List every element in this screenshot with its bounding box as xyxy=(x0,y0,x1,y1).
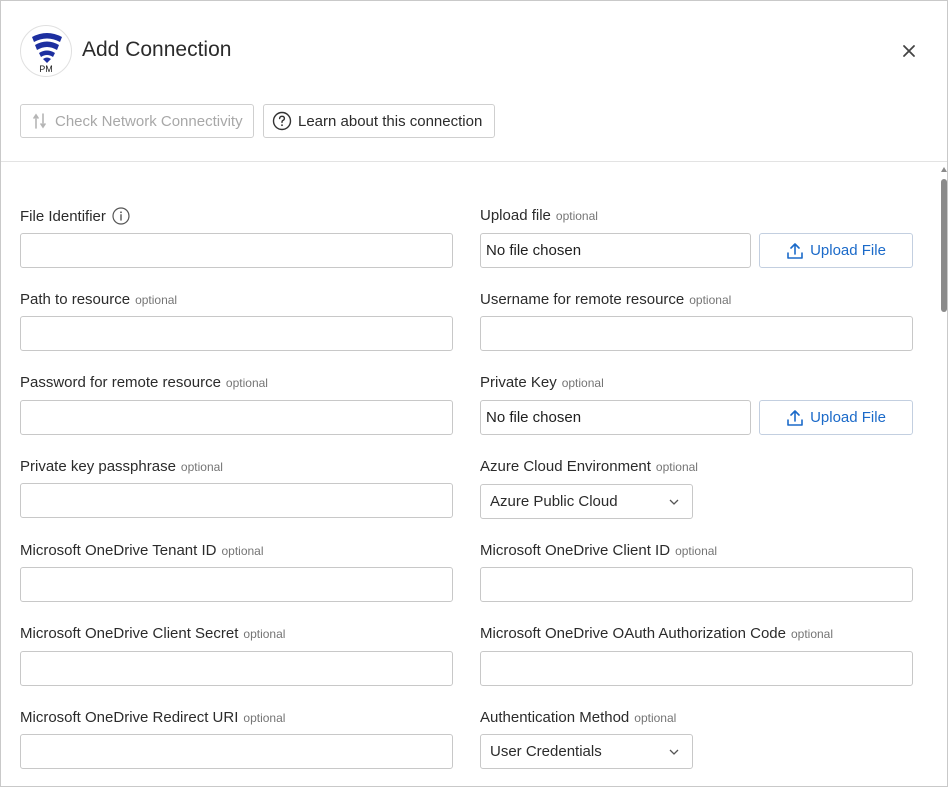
learn-connection-label: Learn about this connection xyxy=(298,112,483,130)
private-key-passphrase-input[interactable] xyxy=(20,483,453,518)
wifi-logo-icon xyxy=(32,33,62,63)
scroll-up-arrow-icon[interactable] xyxy=(941,167,947,172)
onedrive-oauth-code-input[interactable] xyxy=(480,651,913,686)
optional-tag: optional xyxy=(555,208,598,223)
scrollbar-thumb[interactable] xyxy=(941,179,947,312)
private-key-passphrase-label-text: Private key passphrase xyxy=(20,458,176,475)
azure-env-selected: Azure Public Cloud xyxy=(490,493,618,510)
onedrive-tenant-label-text: Microsoft OneDrive Tenant ID xyxy=(20,542,217,559)
optional-tag: optional xyxy=(243,626,286,641)
upload-file-label-text: Upload file xyxy=(480,207,551,224)
onedrive-client-secret-label-text: Microsoft OneDrive Client Secret xyxy=(20,625,239,642)
auth-method-label: Authentication Method optional xyxy=(480,709,676,726)
onedrive-redirect-uri-label: Microsoft OneDrive Redirect URI optional xyxy=(20,709,285,726)
optional-tag: optional xyxy=(561,375,604,390)
password-remote-label: Password for remote resource optional xyxy=(20,374,268,391)
onedrive-oauth-code-label-text: Microsoft OneDrive OAuth Authorization C… xyxy=(480,625,786,642)
username-remote-input[interactable] xyxy=(480,316,913,351)
check-network-button[interactable]: Check Network Connectivity xyxy=(20,104,254,138)
optional-tag: optional xyxy=(243,710,286,725)
close-button[interactable] xyxy=(897,39,921,63)
auth-method-select[interactable]: User Credentials xyxy=(480,734,693,769)
optional-tag: optional xyxy=(655,459,698,474)
info-icon[interactable] xyxy=(112,207,130,225)
file-identifier-input[interactable] xyxy=(20,233,453,268)
username-remote-label: Username for remote resource optional xyxy=(480,291,731,308)
upload-icon xyxy=(787,409,803,426)
private-key-label-text: Private Key xyxy=(480,374,557,391)
file-identifier-label-text: File Identifier xyxy=(20,207,106,225)
network-check-icon xyxy=(33,113,46,129)
chevron-down-icon xyxy=(669,499,679,505)
onedrive-oauth-code-label: Microsoft OneDrive OAuth Authorization C… xyxy=(480,625,833,642)
upload-file-button-label: Upload File xyxy=(810,242,886,259)
onedrive-client-secret-input[interactable] xyxy=(20,651,453,686)
onedrive-client-id-label-text: Microsoft OneDrive Client ID xyxy=(480,542,671,559)
private-key-label: Private Key optional xyxy=(480,374,604,391)
upload-icon xyxy=(787,242,803,259)
private-key-passphrase-label: Private key passphrase optional xyxy=(20,458,223,475)
close-icon xyxy=(903,45,915,57)
upload-file-label: Upload file optional xyxy=(480,207,598,224)
path-to-resource-input[interactable] xyxy=(20,316,453,351)
add-connection-dialog: PM Add Connection Check Network Connecti… xyxy=(0,0,948,787)
path-to-resource-label-text: Path to resource xyxy=(20,291,131,308)
optional-tag: optional xyxy=(689,292,732,307)
logo-text: PM xyxy=(39,64,53,74)
file-identifier-label: File Identifier xyxy=(20,207,130,225)
upload-file-button[interactable]: Upload File xyxy=(759,233,913,268)
learn-connection-button[interactable]: Learn about this connection xyxy=(263,104,495,138)
username-remote-label-text: Username for remote resource xyxy=(480,291,685,308)
optional-tag: optional xyxy=(634,710,677,725)
help-circle-icon xyxy=(272,111,292,131)
optional-tag: optional xyxy=(675,543,718,558)
onedrive-client-secret-label: Microsoft OneDrive Client Secret optiona… xyxy=(20,625,285,642)
auth-method-label-text: Authentication Method xyxy=(480,709,630,726)
optional-tag: optional xyxy=(135,292,178,307)
password-remote-input[interactable] xyxy=(20,400,453,435)
azure-env-label-text: Azure Cloud Environment xyxy=(480,458,651,475)
optional-tag: optional xyxy=(790,626,834,641)
private-key-status: No file chosen xyxy=(480,400,751,435)
dialog-title: Add Connection xyxy=(82,38,232,61)
path-to-resource-label: Path to resource optional xyxy=(20,291,177,308)
optional-tag: optional xyxy=(221,543,264,558)
optional-tag: optional xyxy=(180,459,223,474)
onedrive-client-id-input[interactable] xyxy=(480,567,913,602)
private-key-upload-label: Upload File xyxy=(810,409,886,426)
check-network-label: Check Network Connectivity xyxy=(55,112,243,130)
pm-logo: PM xyxy=(20,25,72,77)
chevron-down-icon xyxy=(669,749,679,755)
onedrive-redirect-uri-label-text: Microsoft OneDrive Redirect URI xyxy=(20,709,239,726)
onedrive-tenant-label: Microsoft OneDrive Tenant ID optional xyxy=(20,542,264,559)
onedrive-tenant-input[interactable] xyxy=(20,567,453,602)
azure-env-label: Azure Cloud Environment optional xyxy=(480,458,698,475)
optional-tag: optional xyxy=(225,375,268,390)
onedrive-client-id-label: Microsoft OneDrive Client ID optional xyxy=(480,542,717,559)
auth-method-selected: User Credentials xyxy=(490,743,602,760)
header-divider xyxy=(1,161,947,162)
azure-env-select[interactable]: Azure Public Cloud xyxy=(480,484,693,519)
private-key-upload-button[interactable]: Upload File xyxy=(759,400,913,435)
onedrive-redirect-uri-input[interactable] xyxy=(20,734,453,769)
password-remote-label-text: Password for remote resource xyxy=(20,374,221,391)
upload-file-status: No file chosen xyxy=(480,233,751,268)
